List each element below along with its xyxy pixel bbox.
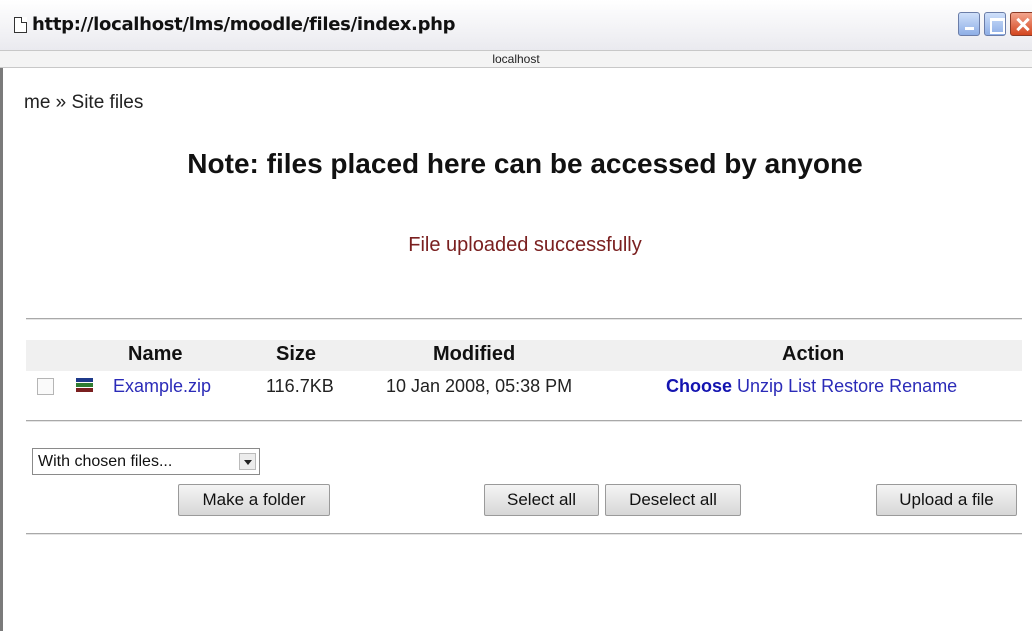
table-header: Name Size Modified Action [26,340,1022,371]
window-titlebar: http://localhost/lms/moodle/files/index.… [0,0,1032,50]
make-folder-button[interactable]: Make a folder [178,484,330,516]
zip-file-icon [76,378,93,395]
file-modified: 10 Jan 2008, 05:38 PM [386,376,573,396]
column-header-modified: Modified [433,343,516,365]
minimize-button[interactable] [958,12,980,36]
choose-link[interactable]: Choose [666,376,732,396]
deselect-all-button[interactable]: Deselect all [605,484,741,516]
restore-link[interactable]: Restore [821,376,884,396]
column-header-size: Size [276,343,317,365]
maximize-button[interactable] [984,12,1006,36]
file-name-link[interactable]: Example.zip [113,376,211,397]
divider [26,420,1022,422]
divider [26,318,1022,320]
host-label: localhost [0,50,1032,68]
status-message: File uploaded successfully [408,234,642,256]
chevron-down-icon[interactable] [239,453,256,470]
unzip-link[interactable]: Unzip [737,376,783,396]
close-button[interactable] [1010,12,1032,36]
page-icon [14,17,27,33]
column-header-action: Action [782,343,845,365]
file-size: 116.7KB [266,376,334,396]
rename-link[interactable]: Rename [889,376,957,396]
file-checkbox[interactable] [37,378,54,395]
window-url: http://localhost/lms/moodle/files/index.… [32,14,456,35]
divider [26,533,1022,535]
column-header-name: Name [128,343,183,365]
page-note: Note: files placed here can be accessed … [187,148,863,179]
table-row: Example.zip 116.7KB 10 Jan 2008, 05:38 P… [26,374,1022,402]
list-link[interactable]: List [788,376,816,396]
upload-file-button[interactable]: Upload a file [876,484,1017,516]
bulk-action-select[interactable]: With chosen files... [32,448,260,475]
bulk-action-value: With chosen files... [38,453,173,470]
file-actions: Choose Unzip List Restore Rename [666,376,957,397]
breadcrumb[interactable]: me » Site files [24,92,143,114]
select-all-button[interactable]: Select all [484,484,599,516]
